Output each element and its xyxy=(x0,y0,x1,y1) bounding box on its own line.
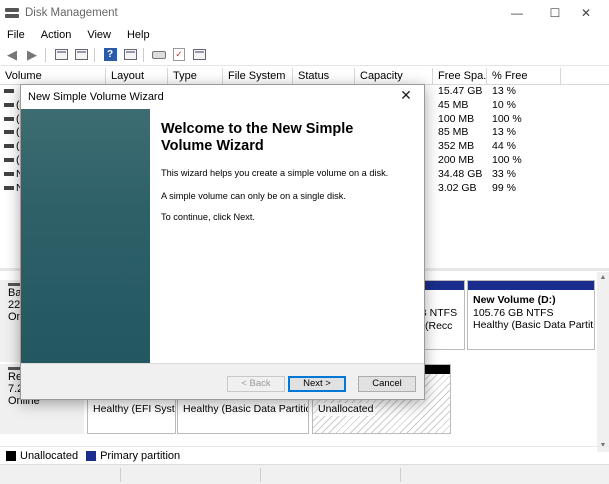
status-separator xyxy=(120,468,121,482)
legend-unallocated-swatch xyxy=(6,450,16,461)
forward-icon[interactable]: ▶ xyxy=(24,47,40,63)
partition-status: Healthy (Basic Data Partition xyxy=(183,403,309,415)
close-window-button[interactable]: ✕ xyxy=(563,0,609,26)
column-header-status[interactable]: Status xyxy=(293,68,355,85)
partition-volume-name: New Volume (D:) xyxy=(473,294,556,306)
volume-name: ( xyxy=(16,112,20,125)
toolbar-separator xyxy=(45,47,46,62)
column-header-percent-free[interactable]: % Free xyxy=(487,68,561,85)
wizard-close-icon[interactable]: ✕ xyxy=(398,87,414,104)
column-header-layout[interactable]: Layout xyxy=(106,68,168,85)
volume-icon xyxy=(4,102,14,107)
legend-primary-swatch xyxy=(86,450,97,461)
disk-management-app-icon xyxy=(5,7,19,19)
scroll-up-icon[interactable]: ▲ xyxy=(597,272,609,284)
free-space-value: 15.47 GB xyxy=(438,85,483,97)
percent-free-value: 10 % xyxy=(492,98,516,111)
back-icon[interactable]: ◀ xyxy=(4,47,20,63)
volume-list-header: Volume Layout Type File System Status Ca… xyxy=(0,68,609,85)
column-header-free-space[interactable]: Free Spa... xyxy=(433,68,487,85)
percent-free-value: 13 % xyxy=(492,85,516,97)
percent-free-value: 33 % xyxy=(492,167,516,180)
percent-free-value: 100 % xyxy=(492,154,522,166)
wizard-instruction: To continue, click Next. xyxy=(161,212,255,222)
next-button[interactable]: Next > xyxy=(288,376,346,392)
wizard-heading: Welcome to the New Simple Volume Wizard xyxy=(161,121,354,154)
key-icon[interactable] xyxy=(151,47,167,63)
title-bar: Disk Management — ☐ ✕ xyxy=(0,0,609,26)
toolbar-separator xyxy=(143,47,144,62)
properties-icon[interactable] xyxy=(73,47,89,63)
partition-color-bar xyxy=(468,281,594,290)
free-space-value: 100 MB xyxy=(438,112,475,125)
partition-status: Healthy (EFI Syste xyxy=(93,403,176,415)
legend-primary-label: Primary partition xyxy=(100,449,181,462)
wizard-title: New Simple Volume Wizard xyxy=(28,91,164,103)
volume-icon xyxy=(4,185,14,190)
free-space-value: 34.48 GB xyxy=(438,167,483,180)
column-header-type[interactable]: Type xyxy=(168,68,223,85)
free-space-value: 3.02 GB xyxy=(438,181,477,194)
column-header-volume[interactable]: Volume xyxy=(0,68,106,85)
free-space-value: 85 MB xyxy=(438,126,469,139)
percent-free-value: 99 % xyxy=(492,181,516,194)
wizard-note: A simple volume can only be on a single … xyxy=(161,191,346,201)
menu-help[interactable]: Help xyxy=(119,29,158,41)
volume-name: ( xyxy=(16,126,20,139)
wizard-description: This wizard helps you create a simple vo… xyxy=(161,168,389,178)
wizard-side-banner xyxy=(21,109,150,363)
help-icon[interactable]: ? xyxy=(102,47,118,63)
free-space-value: 352 MB xyxy=(438,140,475,153)
window-icon[interactable] xyxy=(191,47,207,63)
window-title: Disk Management xyxy=(25,7,118,19)
free-space-value: 200 MB xyxy=(438,154,475,166)
free-space-value: 45 MB xyxy=(438,98,469,111)
disk-icon xyxy=(8,283,20,286)
status-bar xyxy=(0,464,609,484)
column-header-file-system[interactable]: File System xyxy=(223,68,293,85)
partition-filesystem: 105.76 GB NTFS xyxy=(473,306,554,319)
new-simple-volume-wizard-dialog: New Simple Volume Wizard ✕ Welcome to th… xyxy=(20,84,425,400)
percent-free-value: 44 % xyxy=(492,140,516,153)
menu-bar: File Action View Help xyxy=(0,26,609,44)
console-icon[interactable] xyxy=(122,47,138,63)
menu-action[interactable]: Action xyxy=(33,29,80,41)
volume-name: ( xyxy=(16,98,20,111)
legend: Unallocated Primary partition xyxy=(0,446,609,464)
legend-unallocated-label: Unallocated xyxy=(20,449,79,462)
toolbar-separator xyxy=(94,47,95,62)
percent-free-value: 13 % xyxy=(492,126,516,139)
volume-icon xyxy=(4,144,14,149)
back-button[interactable]: < Back xyxy=(227,376,285,392)
menu-view[interactable]: View xyxy=(79,29,119,41)
checklist-icon[interactable]: ✓ xyxy=(171,47,187,63)
wizard-body: Welcome to the New Simple Volume Wizard … xyxy=(150,109,424,363)
toolbar: ◀ ▶ ? ✓ xyxy=(0,44,609,66)
disk-list-icon[interactable] xyxy=(53,47,69,63)
cancel-button[interactable]: Cancel xyxy=(358,376,416,392)
partition-status: Unallocated xyxy=(318,403,376,416)
wizard-button-bar: < Back Next > Cancel xyxy=(21,363,424,399)
menu-file[interactable]: File xyxy=(0,29,33,41)
partition-new-volume-d[interactable]: New Volume (D:) 105.76 GB NTFS Healthy (… xyxy=(467,280,595,350)
volume-icon xyxy=(4,158,14,162)
volume-icon xyxy=(4,116,14,121)
wizard-title-bar: New Simple Volume Wizard ✕ xyxy=(21,85,424,108)
volume-name: ( xyxy=(16,154,20,166)
disk-icon xyxy=(8,367,20,370)
disk-pane-scrollbar[interactable]: ▲ ▼ xyxy=(597,272,609,452)
status-separator xyxy=(260,468,261,482)
partition-status: Healthy (Basic Data Partitic xyxy=(473,319,595,331)
volume-icon xyxy=(4,130,14,135)
volume-name: ( xyxy=(16,140,20,153)
status-separator xyxy=(400,468,401,482)
percent-free-value: 100 % xyxy=(492,112,522,125)
volume-icon xyxy=(4,89,14,93)
volume-icon xyxy=(4,171,14,176)
column-header-capacity[interactable]: Capacity xyxy=(355,68,433,85)
